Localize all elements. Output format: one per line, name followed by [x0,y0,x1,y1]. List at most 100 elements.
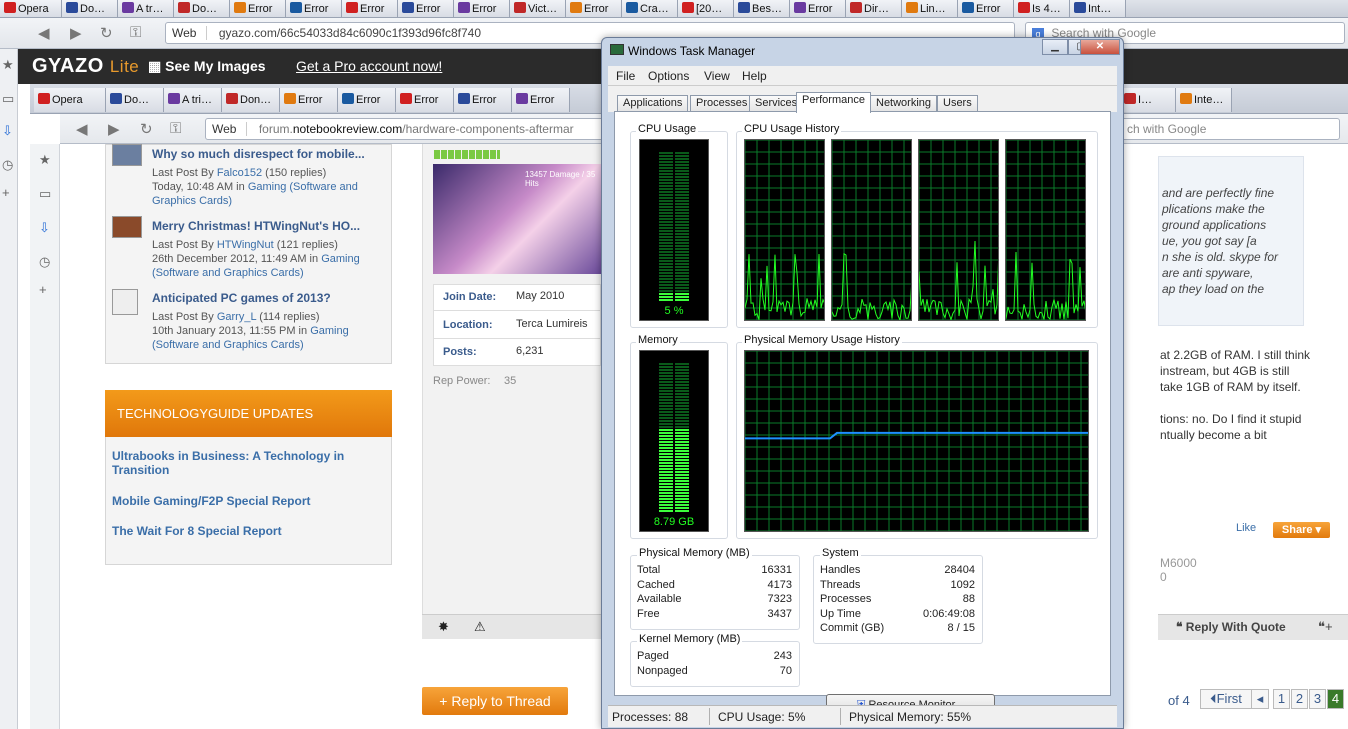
forward-icon[interactable]: ▶ [70,24,82,42]
history-icon[interactable]: ◷ [2,157,13,173]
see-my-images-link[interactable]: ▦ See My Images [148,58,266,75]
inner-reload-icon[interactable]: ↻ [140,120,153,138]
inner-tab[interactable]: Error [512,88,570,112]
outer-tab[interactable]: Is 4… [1014,0,1070,17]
outer-tab[interactable]: Bes… [734,0,790,17]
inner-tab[interactable]: Opera [34,88,106,112]
pager-page-1[interactable]: 1 [1273,689,1290,709]
bookmark-star-icon[interactable]: ★ [2,57,14,73]
add-panel-icon[interactable]: + [2,185,10,200]
tab-label: Error [976,3,1001,15]
stat-key: Total [637,564,661,576]
meter-segment [675,263,689,265]
tab-processes[interactable]: Processes [690,95,754,112]
menu-file[interactable]: File [616,69,635,83]
outer-tab[interactable]: Vict… [510,0,566,17]
minimize-button[interactable]: ▁ [1042,39,1068,55]
outer-tab[interactable]: Error [342,0,398,17]
inner-tab[interactable]: A tri… [164,88,222,112]
outer-tab[interactable]: Int… [1070,0,1126,17]
tg-link-mobile-gaming[interactable]: Mobile Gaming/F2P Special Report [112,494,311,508]
share-button[interactable]: Share ▾ [1273,522,1330,538]
meter-segment [675,275,689,277]
outer-tab[interactable]: Error [230,0,286,17]
menu-options[interactable]: Options [648,69,689,83]
meter-segment [659,188,673,190]
outer-tab[interactable]: Error [398,0,454,17]
meter-segment [659,477,673,479]
thread-title-3[interactable]: Anticipated PC games of 2013? [152,291,331,305]
task-manager-icon [610,44,624,55]
multiquote-icon[interactable]: ❝+ [1318,619,1333,635]
outer-tab[interactable]: A tr… [118,0,174,17]
reload-icon[interactable]: ↻ [100,24,113,42]
reply-with-quote-link[interactable]: ❝ Reply With Quote [1176,620,1286,634]
like-link[interactable]: Like [1236,522,1256,534]
inner-tab[interactable]: Error [280,88,338,112]
inner-tab[interactable]: Inte… [1176,88,1232,112]
pro-account-link[interactable]: Get a Pro account now! [296,58,442,74]
tab-label: Do… [124,94,150,106]
tg-link-wait-for-8[interactable]: The Wait For 8 Special Report [112,524,282,538]
outer-tab[interactable]: Do… [174,0,230,17]
tab-favicon-icon [626,2,638,13]
outer-tab[interactable]: Do… [62,0,118,17]
tab-networking[interactable]: Networking [870,95,938,112]
pager-page-2[interactable]: 2 [1291,689,1308,709]
tab-favicon-icon [342,93,354,104]
pager-first[interactable]: ⏴First [1200,689,1252,709]
inner-search-field[interactable]: ch with Google [1120,118,1340,140]
outer-tab[interactable]: Error [790,0,846,17]
meter-segment [659,197,673,199]
inner-tab[interactable]: Don… [222,88,280,112]
posts-label: Posts: [443,346,477,358]
meter-segment [675,405,689,407]
outer-tab[interactable]: Cra… [622,0,678,17]
gyazo-logo[interactable]: GYAZO Lite [32,55,139,78]
tab-performance[interactable]: Performance [796,92,871,113]
meter-segment [675,468,689,470]
downloads-icon[interactable]: ⇩ [2,123,13,139]
outer-tab[interactable]: Error [286,0,342,17]
meter-segment [675,369,689,371]
notes-icon[interactable]: ▭ [2,91,14,107]
pager-page-3[interactable]: 3 [1309,689,1326,709]
tg-link-ultrabooks[interactable]: Ultrabooks in Business: A Technology in … [112,449,372,477]
inner-back-icon[interactable]: ◀ [76,120,88,138]
outer-tab[interactable]: Error [454,0,510,17]
inner-history-icon[interactable]: ◷ [39,254,50,270]
pager-prev[interactable]: ◂ [1251,689,1269,709]
reply-to-thread-button[interactable]: + Reply to Thread [422,687,568,715]
outer-tab[interactable]: Error [958,0,1014,17]
inner-notes-icon[interactable]: ▭ [39,186,51,202]
inner-forward-icon[interactable]: ▶ [108,120,120,138]
tab-users[interactable]: Users [937,95,978,112]
pager-page-4[interactable]: 4 [1327,689,1344,709]
inner-tab[interactable]: Error [396,88,454,112]
outer-tab[interactable]: Dir… [846,0,902,17]
menu-view[interactable]: View [704,69,730,83]
thread-title-1[interactable]: Why so much disrespect for mobile... [152,147,365,161]
close-button[interactable]: ✕ [1080,39,1120,55]
report-icon[interactable]: ⚠ [474,619,486,635]
inner-add-icon[interactable]: + [39,282,47,297]
inner-url-field[interactable]: Web forum.notebookreview.com/hardware-co… [205,118,625,140]
inner-tab[interactable]: Error [338,88,396,112]
tab-applications[interactable]: Applications [617,95,689,112]
meter-segment [659,480,673,482]
inner-tab[interactable]: Error [454,88,512,112]
outer-tab[interactable]: Opera [0,0,62,17]
back-icon[interactable]: ◀ [38,24,50,42]
inner-downloads-icon[interactable]: ⇩ [39,220,50,236]
outer-tab[interactable]: Lin… [902,0,958,17]
outer-tab[interactable]: Error [566,0,622,17]
meter-segment [659,203,673,205]
outer-tab[interactable]: [20… [678,0,734,17]
menu-help[interactable]: Help [742,69,767,83]
inner-star-icon[interactable]: ★ [39,152,51,168]
inner-tab[interactable]: Do… [106,88,164,112]
star-icon[interactable]: ✸ [438,619,449,635]
inner-tab[interactable]: I… [1120,88,1176,112]
thread-title-2[interactable]: Merry Christmas! HTWingNut's HO... [152,219,360,233]
meter-segment [675,417,689,419]
